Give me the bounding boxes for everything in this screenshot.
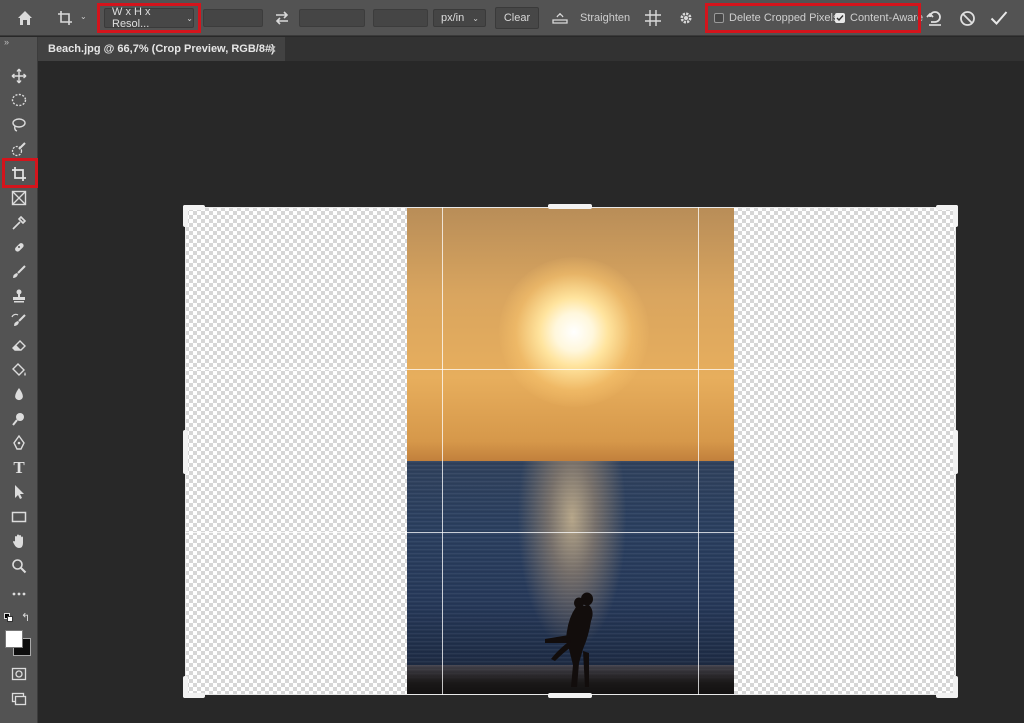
healing-brush-icon[interactable] [9, 237, 29, 257]
swap-arrows-icon[interactable] [272, 8, 292, 28]
cancel-icon[interactable] [956, 7, 978, 29]
crop-handle-top-left-v[interactable] [183, 205, 188, 227]
zoom-icon[interactable] [9, 556, 29, 576]
swap-colors-icon[interactable]: ↰ [21, 611, 30, 624]
rule-of-thirds-line-h2 [185, 532, 956, 533]
frame-icon[interactable] [9, 188, 29, 208]
tool-preset-caret[interactable]: ⌄ [80, 12, 87, 21]
close-icon[interactable]: × [269, 42, 276, 56]
straighten-label[interactable]: Straighten [580, 12, 630, 24]
crop-handle-bottom-right-v[interactable] [953, 676, 958, 698]
path-selection-icon[interactable] [9, 482, 29, 502]
lasso-icon[interactable] [9, 115, 29, 135]
marquee-icon[interactable] [9, 90, 29, 110]
grid-overlay-icon[interactable] [642, 7, 664, 29]
rule-of-thirds-line-v1 [442, 207, 443, 695]
units-value: px/in [441, 12, 465, 24]
pen-icon[interactable] [9, 433, 29, 453]
paint-bucket-icon[interactable] [9, 360, 29, 380]
quick-selection-icon[interactable] [9, 139, 29, 159]
document-tab-title: Beach.jpg @ 66,7% (Crop Preview, RGB/8#) [48, 43, 275, 55]
hand-icon[interactable] [9, 531, 29, 551]
crop-handle-bottom-left-v[interactable] [183, 676, 188, 698]
default-colors-icon[interactable] [4, 613, 14, 623]
clear-button[interactable]: Clear [495, 7, 539, 29]
dodge-icon[interactable] [9, 409, 29, 429]
options-bar: ⌄ W x H x Resol... ⌄ px/in ⌄ Clear Strai… [0, 0, 1024, 36]
crop-bounding-box[interactable] [185, 207, 956, 695]
crop-handle-top[interactable] [548, 204, 592, 209]
history-brush-icon[interactable] [9, 311, 29, 331]
chevron-down-icon: ⌄ [472, 13, 479, 23]
rectangle-icon[interactable] [9, 507, 29, 527]
highlight-crop-tool [2, 158, 38, 188]
width-input[interactable] [203, 9, 263, 27]
type-glyph: T [13, 458, 25, 477]
brush-icon[interactable] [9, 262, 29, 282]
quick-mask-icon[interactable] [9, 664, 29, 684]
blur-icon[interactable] [9, 384, 29, 404]
move-icon[interactable] [9, 66, 29, 86]
document-tab[interactable]: Beach.jpg @ 66,7% (Crop Preview, RGB/8#)… [38, 37, 285, 61]
highlight-ratio-preset [97, 3, 201, 33]
crop-handle-right[interactable] [953, 430, 958, 474]
checkmark-icon[interactable] [988, 7, 1010, 29]
collapse-panel-icon[interactable]: » [4, 37, 9, 47]
rule-of-thirds-line-h1 [185, 369, 956, 370]
color-swatches-icon[interactable] [4, 629, 34, 659]
resolution-input[interactable] [373, 9, 428, 27]
highlight-crop-options [705, 3, 921, 33]
tools-panel: » T ↰ [0, 37, 38, 723]
level-icon[interactable] [550, 8, 570, 28]
crop-handle-left[interactable] [183, 430, 188, 474]
photoshop-window: ⌄ W x H x Resol... ⌄ px/in ⌄ Clear Strai… [0, 0, 1024, 723]
home-icon[interactable] [14, 8, 36, 28]
reset-icon[interactable] [924, 7, 946, 29]
clone-stamp-icon[interactable] [9, 286, 29, 306]
crop-handle-top-right-v[interactable] [953, 205, 958, 227]
eraser-icon[interactable] [9, 335, 29, 355]
type-icon[interactable]: T [9, 458, 29, 478]
screen-mode-icon[interactable] [9, 689, 29, 709]
height-input[interactable] [299, 9, 365, 27]
rule-of-thirds-line-v2 [698, 207, 699, 695]
document-tab-bar: Beach.jpg @ 66,7% (Crop Preview, RGB/8#)… [38, 37, 1024, 61]
crop-tool-icon[interactable] [54, 8, 76, 28]
units-dropdown[interactable]: px/in ⌄ [433, 9, 486, 27]
crop-handle-bottom[interactable] [548, 693, 592, 698]
more-tools-icon[interactable] [9, 584, 29, 604]
gear-icon[interactable] [675, 7, 697, 29]
eyedropper-icon[interactable] [9, 213, 29, 233]
